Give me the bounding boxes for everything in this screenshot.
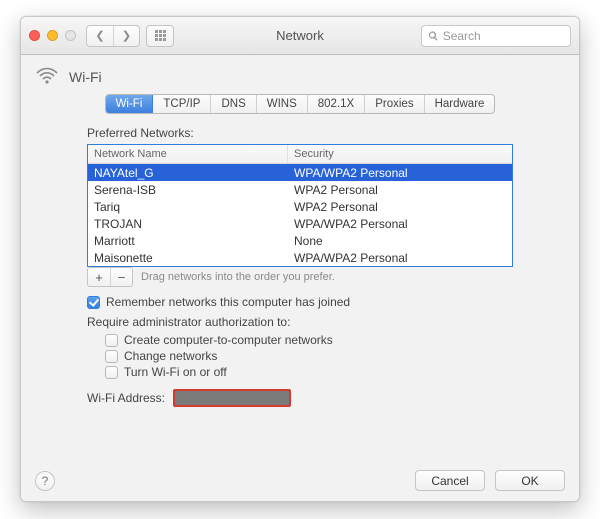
window-controls: [29, 30, 76, 41]
table-row[interactable]: MaisonetteWPA/WPA2 Personal: [88, 249, 512, 266]
require-option-label: Turn Wi-Fi on or off: [124, 365, 227, 379]
tab-dns[interactable]: DNS: [211, 95, 256, 113]
require-option-checkbox[interactable]: [105, 350, 118, 363]
close-window-button[interactable]: [29, 30, 40, 41]
wifi-icon: [35, 65, 59, 88]
table-body: NAYAtel_GWPA/WPA2 PersonalSerena-ISBWPA2…: [88, 164, 512, 266]
content-area: Wi-Fi Wi-FiTCP/IPDNSWINS802.1XProxiesHar…: [21, 55, 579, 501]
table-row[interactable]: Serena-ISBWPA2 Personal: [88, 181, 512, 198]
cell-security: None: [288, 234, 512, 248]
preferred-networks-label: Preferred Networks:: [87, 126, 565, 140]
grid-icon: [155, 30, 166, 41]
require-option-checkbox[interactable]: [105, 366, 118, 379]
cell-security: WPA/WPA2 Personal: [288, 251, 512, 265]
show-all-button[interactable]: [146, 25, 174, 47]
cell-network-name: TROJAN: [88, 217, 288, 231]
require-admin-options: Create computer-to-computer networks Chan…: [105, 333, 565, 379]
table-header: Network Name Security: [88, 145, 512, 164]
wifi-address-label: Wi-Fi Address:: [87, 391, 165, 405]
back-button[interactable]: ❮: [87, 26, 113, 46]
forward-button[interactable]: ❯: [113, 26, 139, 46]
table-row[interactable]: MarriottNone: [88, 232, 512, 249]
column-network-name[interactable]: Network Name: [88, 145, 288, 163]
interface-name: Wi-Fi: [69, 69, 102, 85]
tab-802-1x[interactable]: 802.1X: [308, 95, 365, 113]
tab-tcp-ip[interactable]: TCP/IP: [153, 95, 211, 113]
drag-hint: Drag networks into the order you prefer.: [141, 271, 335, 283]
tabs: Wi-FiTCP/IPDNSWINS802.1XProxiesHardware: [35, 94, 565, 114]
require-admin-label: Require administrator authorization to:: [87, 315, 565, 329]
wifi-address-row: Wi-Fi Address:: [87, 389, 565, 407]
table-row[interactable]: TariqWPA2 Personal: [88, 198, 512, 215]
remove-network-button[interactable]: −: [110, 268, 132, 286]
interface-header: Wi-Fi: [35, 65, 565, 88]
cell-network-name: Tariq: [88, 200, 288, 214]
search-input[interactable]: [443, 29, 564, 43]
ok-button[interactable]: OK: [495, 470, 565, 491]
require-option[interactable]: Change networks: [105, 349, 565, 363]
tab-hardware[interactable]: Hardware: [425, 95, 495, 113]
add-remove-group: + −: [87, 267, 133, 287]
cell-security: WPA2 Personal: [288, 183, 512, 197]
cell-security: WPA/WPA2 Personal: [288, 166, 512, 180]
wifi-address-value-redacted: [173, 389, 291, 407]
table-row[interactable]: NAYAtel_GWPA/WPA2 Personal: [88, 164, 512, 181]
require-option[interactable]: Create computer-to-computer networks: [105, 333, 565, 347]
titlebar: ❮ ❯ Network: [21, 17, 579, 55]
search-field-wrap[interactable]: [421, 25, 571, 47]
tab-proxies[interactable]: Proxies: [365, 95, 424, 113]
cell-security: WPA2 Personal: [288, 200, 512, 214]
cell-network-name: NAYAtel_G: [88, 166, 288, 180]
preferred-networks-table[interactable]: Network Name Security NAYAtel_GWPA/WPA2 …: [87, 144, 513, 267]
add-remove-bar: + − Drag networks into the order you pre…: [87, 267, 513, 287]
zoom-window-button: [65, 30, 76, 41]
minimize-window-button[interactable]: [47, 30, 58, 41]
cell-network-name: Serena-ISB: [88, 183, 288, 197]
add-network-button[interactable]: +: [88, 268, 110, 286]
require-option-label: Change networks: [124, 349, 217, 363]
cell-security: WPA/WPA2 Personal: [288, 217, 512, 231]
network-advanced-window: ❮ ❯ Network Wi-Fi Wi-FiTCP/IPDNSWINS802.…: [20, 16, 580, 502]
tab-wins[interactable]: WINS: [257, 95, 308, 113]
nav-buttons: ❮ ❯: [86, 25, 140, 47]
require-option-label: Create computer-to-computer networks: [124, 333, 333, 347]
footer: ? Cancel OK: [35, 470, 565, 491]
require-option[interactable]: Turn Wi-Fi on or off: [105, 365, 565, 379]
remember-networks-label: Remember networks this computer has join…: [106, 295, 350, 309]
help-button[interactable]: ?: [35, 471, 55, 491]
table-row[interactable]: TROJANWPA/WPA2 Personal: [88, 215, 512, 232]
column-security[interactable]: Security: [288, 145, 512, 163]
tab-wi-fi[interactable]: Wi-Fi: [106, 95, 154, 113]
remember-networks-checkbox[interactable]: [87, 296, 100, 309]
require-option-checkbox[interactable]: [105, 334, 118, 347]
cell-network-name: Marriott: [88, 234, 288, 248]
remember-networks-row[interactable]: Remember networks this computer has join…: [87, 295, 565, 309]
search-icon: [428, 30, 439, 42]
cancel-button[interactable]: Cancel: [415, 470, 485, 491]
cell-network-name: Maisonette: [88, 251, 288, 265]
